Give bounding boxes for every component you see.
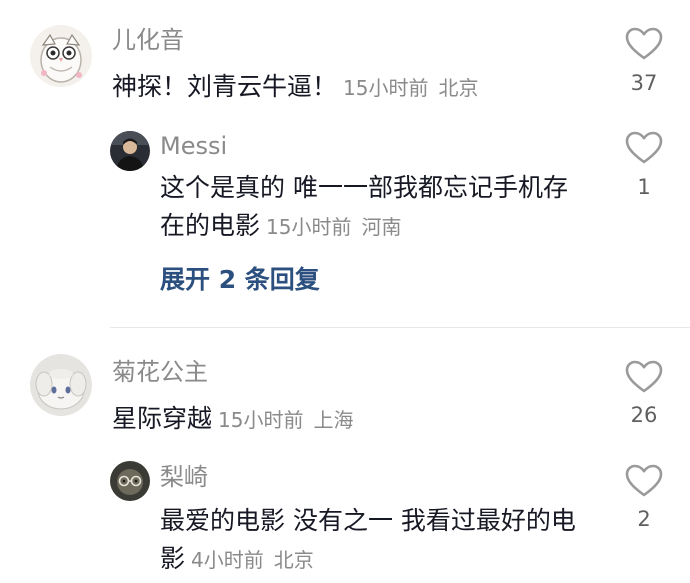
like-button[interactable] [624,26,664,62]
comment-text: 星际穿越 [112,404,213,433]
comment-time: 15小时前 [218,408,304,432]
avatar[interactable] [30,354,92,416]
avatar[interactable] [110,131,150,171]
glasses-face-avatar-image [110,461,150,501]
reply-meta: 15小时前 河南 [266,215,401,239]
comment-body: 星际穿越 15小时前 上海 [112,400,582,439]
like-count: 37 [630,71,658,95]
comment-location: 上海 [313,408,354,432]
like-button[interactable] [624,359,664,395]
comment-time: 15小时前 [343,76,429,100]
reply-time: 4小时前 [191,548,264,572]
reply-location: 河南 [361,215,402,239]
expand-replies-link[interactable]: 展开 2 条回复 [160,262,320,298]
like-button[interactable] [624,130,664,166]
heart-outline-icon [625,131,663,164]
like-count: 1 [637,175,651,199]
like-count: 26 [630,403,658,427]
comment-meta: 15小时前 上海 [218,408,353,432]
like-button[interactable] [624,463,664,499]
reply-meta: 4小时前 北京 [191,548,314,572]
avatar[interactable] [30,25,92,87]
plush-toy-avatar-image [30,354,92,416]
reply-time: 15小时前 [266,215,352,239]
reply-username[interactable]: 梨崎 [160,461,208,493]
like-count: 2 [637,507,651,531]
comment-text: 神探！刘青云牛逼！ [112,72,338,101]
owl-avatar-image [30,25,92,87]
avatar[interactable] [110,461,150,501]
comment-username[interactable]: 菊花公主 [112,356,208,388]
comment-location: 北京 [438,76,479,100]
reply-body: 最爱的电影 没有之一 我看过最好的电影 4小时前 北京 [160,502,590,579]
comment-list: 儿化音 神探！刘青云牛逼！ 15小时前 北京 37 Messi 这个是真的 唯一一部… [0,0,690,583]
person-avatar-image [110,131,150,171]
heart-outline-icon [625,464,663,497]
reply-location: 北京 [273,548,314,572]
reply-username[interactable]: Messi [160,130,227,162]
comment-username[interactable]: 儿化音 [112,24,184,56]
heart-outline-icon [625,360,663,393]
comment-meta: 15小时前 北京 [343,76,478,100]
divider [110,327,690,328]
comment-body: 神探！刘青云牛逼！ 15小时前 北京 [112,68,582,107]
heart-outline-icon [625,27,663,60]
reply-body: 这个是真的 唯一一部我都忘记手机存在的电影 15小时前 河南 [160,169,590,246]
